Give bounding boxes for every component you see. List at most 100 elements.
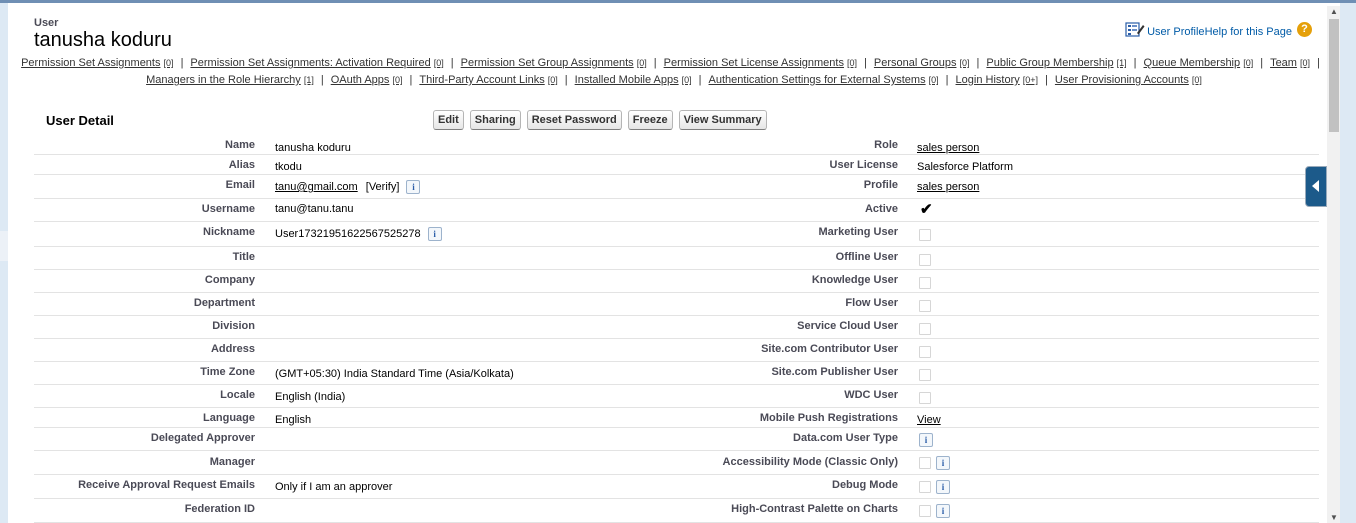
scroll-up-icon[interactable]: ▲ (1330, 7, 1338, 16)
related-list-count[interactable]: [0] (434, 58, 444, 68)
field-label-language: Language (203, 412, 255, 424)
vertical-scrollbar[interactable]: ▲ ▼ (1327, 6, 1340, 523)
scroll-down-icon[interactable]: ▼ (1330, 513, 1338, 522)
detail-row: Receive Approval Request Emails Only if … (34, 475, 1319, 499)
link-separator: | (1260, 57, 1264, 69)
field-label-datacom-user-type: Data.com User Type (793, 432, 898, 444)
related-list-link[interactable]: Login History (956, 74, 1020, 86)
related-list-link[interactable]: Permission Set Assignments (21, 57, 160, 69)
field-label-mobile-push: Mobile Push Registrations (759, 412, 898, 424)
field-label-email: Email (225, 179, 255, 191)
related-list-count[interactable]: [0] (1243, 58, 1253, 68)
related-list-count[interactable]: [0] (637, 58, 647, 68)
detail-row: Email tanu@gmail.com [Verify] i Profile … (34, 175, 1319, 199)
flow-user-checkbox (919, 300, 931, 313)
user-detail-page: User tanusha koduru User Profile Help fo… (8, 3, 1340, 523)
edit-button[interactable]: Edit (433, 110, 464, 130)
user-profile-link[interactable]: User Profile (1147, 26, 1204, 38)
email-link[interactable]: tanu@gmail.com (275, 181, 358, 193)
related-list-count[interactable]: [0] (392, 75, 402, 85)
related-list-link[interactable]: Public Group Membership (986, 57, 1113, 69)
info-icon[interactable]: i (919, 433, 933, 447)
left-edge-highlight (0, 231, 8, 261)
detail-row: Time Zone (GMT+05:30) India Standard Tim… (34, 362, 1319, 385)
field-label-knowledge-user: Knowledge User (811, 274, 898, 286)
field-label-sitecom-publisher: Site.com Publisher User (771, 366, 898, 378)
field-label-active: Active (864, 203, 898, 215)
info-icon[interactable]: i (936, 480, 950, 494)
field-label-profile: Profile (863, 179, 898, 191)
related-list-link[interactable]: Managers in the Role Hierarchy (146, 74, 301, 86)
field-value-time-zone: (GMT+05:30) India Standard Time (Asia/Ko… (275, 368, 514, 380)
info-icon[interactable]: i (406, 180, 421, 194)
related-list-count[interactable]: [0] (682, 75, 692, 85)
related-list-links-row2: Managers in the Role Hierarchy [1] | OAuth… (8, 73, 1340, 87)
user-profile-icon[interactable] (1125, 21, 1145, 38)
verify-link[interactable]: [Verify] (366, 181, 400, 193)
related-list-count[interactable]: [0] (1192, 75, 1202, 85)
related-list-link[interactable]: OAuth Apps (331, 74, 390, 86)
page-object-type: User (34, 17, 59, 29)
field-label-role: Role (874, 139, 898, 151)
detail-row: Federation ID High-Contrast Palette on C… (34, 499, 1319, 523)
related-list-link[interactable]: Queue Membership (1144, 57, 1241, 69)
page-title: tanusha koduru (34, 29, 172, 51)
view-summary-button[interactable]: View Summary (678, 110, 767, 130)
related-list-count[interactable]: [0] (960, 58, 970, 68)
offline-user-checkbox (919, 254, 931, 267)
freeze-button[interactable]: Freeze (627, 110, 673, 130)
user-detail-table: Name tanusha koduru Role sales person Al… (34, 135, 1319, 523)
field-label-flow-user: Flow User (845, 297, 898, 309)
link-separator: | (450, 57, 454, 69)
related-list-count[interactable]: [0] (548, 75, 558, 85)
profile-link[interactable]: sales person (917, 181, 979, 193)
link-separator: | (698, 74, 702, 86)
related-list-count[interactable]: [0] (847, 58, 857, 68)
service-cloud-user-checkbox (919, 323, 931, 336)
sharing-button[interactable]: Sharing (469, 110, 521, 130)
related-list-link[interactable]: Third-Party Account Links (419, 74, 544, 86)
related-list-count[interactable]: [0] (1300, 58, 1310, 68)
related-list-count[interactable]: [1] (304, 75, 314, 85)
reset-password-button[interactable]: Reset Password (526, 110, 622, 130)
field-label-department: Department (193, 297, 255, 309)
field-value-language: English (275, 414, 312, 426)
field-label-delegated-approver: Delegated Approver (150, 432, 255, 444)
info-icon[interactable]: i (936, 456, 950, 470)
related-list-count[interactable]: [0] (929, 75, 939, 85)
link-separator: | (180, 57, 184, 69)
related-list-link[interactable]: Authentication Settings for External Sys… (709, 74, 926, 86)
help-for-page-link[interactable]: Help for this Page (1205, 26, 1292, 38)
related-list-link[interactable]: Permission Set Group Assignments (461, 57, 634, 69)
field-label-address: Address (210, 343, 255, 355)
field-label-receive-approval: Receive Approval Request Emails (78, 479, 255, 491)
mobile-push-view-link[interactable]: View (917, 414, 941, 426)
help-icon[interactable]: ? (1297, 22, 1312, 37)
detail-row: Username tanu@tanu.tanu Active ✔ (34, 199, 1319, 222)
related-list-link[interactable]: Team (1270, 57, 1297, 69)
related-list-link[interactable]: Installed Mobile Apps (575, 74, 679, 86)
field-value-username: tanu@tanu.tanu (275, 203, 354, 215)
related-list-count[interactable]: [1] (1117, 58, 1127, 68)
field-label-debug-mode: Debug Mode (832, 479, 898, 491)
field-value-receive-approval: Only if I am an approver (275, 481, 393, 493)
detail-button-bar: Edit Sharing Reset Password Freeze View … (433, 110, 773, 130)
related-list-link[interactable]: Personal Groups (874, 57, 957, 69)
field-label-user-license: User License (829, 159, 898, 171)
related-list-count[interactable]: [0+] (1023, 75, 1038, 85)
detail-row: Address Site.com Contributor User (34, 339, 1319, 362)
field-value-user-license: Salesforce Platform (917, 161, 1013, 173)
link-separator: | (653, 57, 657, 69)
related-list-link[interactable]: User Provisioning Accounts (1055, 74, 1189, 86)
related-list-link[interactable]: Permission Set License Assignments (664, 57, 844, 69)
link-separator: | (976, 57, 980, 69)
role-link[interactable]: sales person (917, 142, 979, 154)
side-panel-toggle[interactable] (1305, 166, 1327, 207)
related-list-link[interactable]: Permission Set Assignments: Activation R… (190, 57, 430, 69)
info-icon[interactable]: i (427, 227, 442, 241)
field-label-high-contrast: High-Contrast Palette on Charts (731, 503, 898, 515)
related-list-count[interactable]: [0] (164, 58, 174, 68)
info-icon[interactable]: i (936, 504, 950, 518)
scrollbar-thumb[interactable] (1329, 19, 1339, 132)
field-label-company: Company (204, 274, 255, 286)
